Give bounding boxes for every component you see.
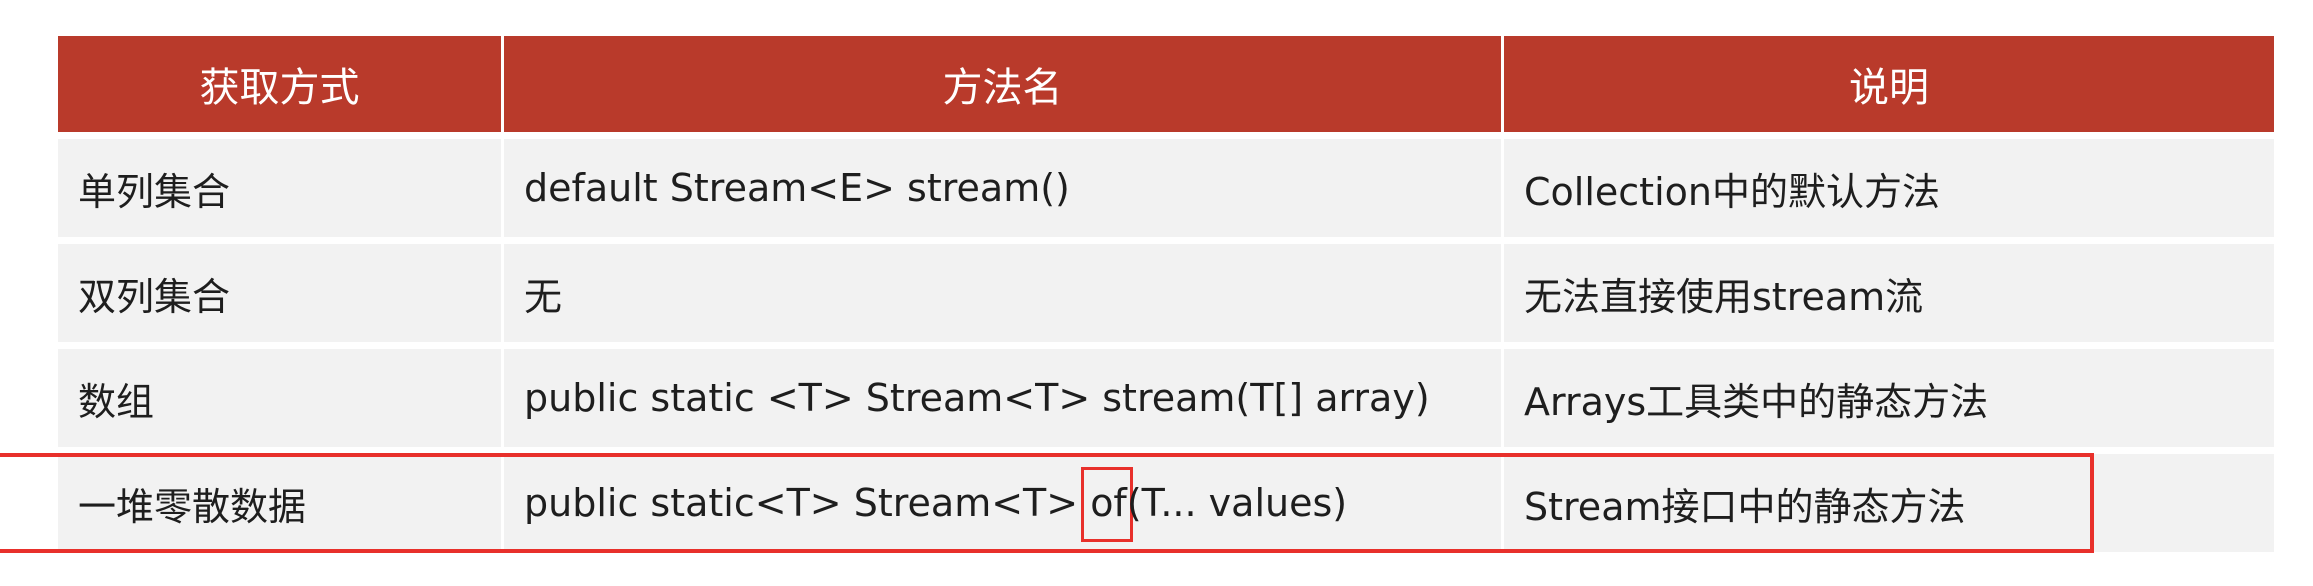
cell-way: 一堆零散数据	[58, 447, 504, 552]
method-name-of: of	[1090, 481, 1127, 525]
cell-method: public static<T> Stream<T> of (T... value…	[504, 447, 1504, 552]
header-way: 获取方式	[58, 36, 504, 132]
table-row: 单列集合 default Stream<E> stream() Collecti…	[58, 132, 2274, 237]
header-method: 方法名	[504, 36, 1504, 132]
cell-desc: Arrays工具类中的静态方法	[1504, 342, 2274, 447]
cell-method: 无	[504, 237, 1504, 342]
table-row: 数组 public static <T> Stream<T> stream(T[…	[58, 342, 2274, 447]
method-prefix: public static<T> Stream<T>	[524, 481, 1091, 525]
header-desc: 说明	[1504, 36, 2274, 132]
table-row: 双列集合 无 无法直接使用stream流	[58, 237, 2274, 342]
method-suffix: (T... values)	[1126, 481, 1348, 525]
stream-methods-table: 获取方式 方法名 说明 单列集合 default Stream<E> strea…	[58, 36, 2274, 552]
method-name-of-highlighted: of	[1081, 467, 1133, 542]
slide: 获取方式 方法名 说明 单列集合 default Stream<E> strea…	[0, 0, 2313, 586]
cell-desc: Collection中的默认方法	[1504, 132, 2274, 237]
cell-desc: 无法直接使用stream流	[1504, 237, 2274, 342]
cell-way: 单列集合	[58, 132, 504, 237]
cell-way: 双列集合	[58, 237, 504, 342]
table-row-highlighted: 一堆零散数据 public static<T> Stream<T> of (T..…	[58, 447, 2274, 552]
table-header-row: 获取方式 方法名 说明	[58, 36, 2274, 132]
cell-desc: Stream接口中的静态方法	[1504, 447, 2274, 552]
cell-way: 数组	[58, 342, 504, 447]
cell-method: public static <T> Stream<T> stream(T[] a…	[504, 342, 1504, 447]
cell-method: default Stream<E> stream()	[504, 132, 1504, 237]
